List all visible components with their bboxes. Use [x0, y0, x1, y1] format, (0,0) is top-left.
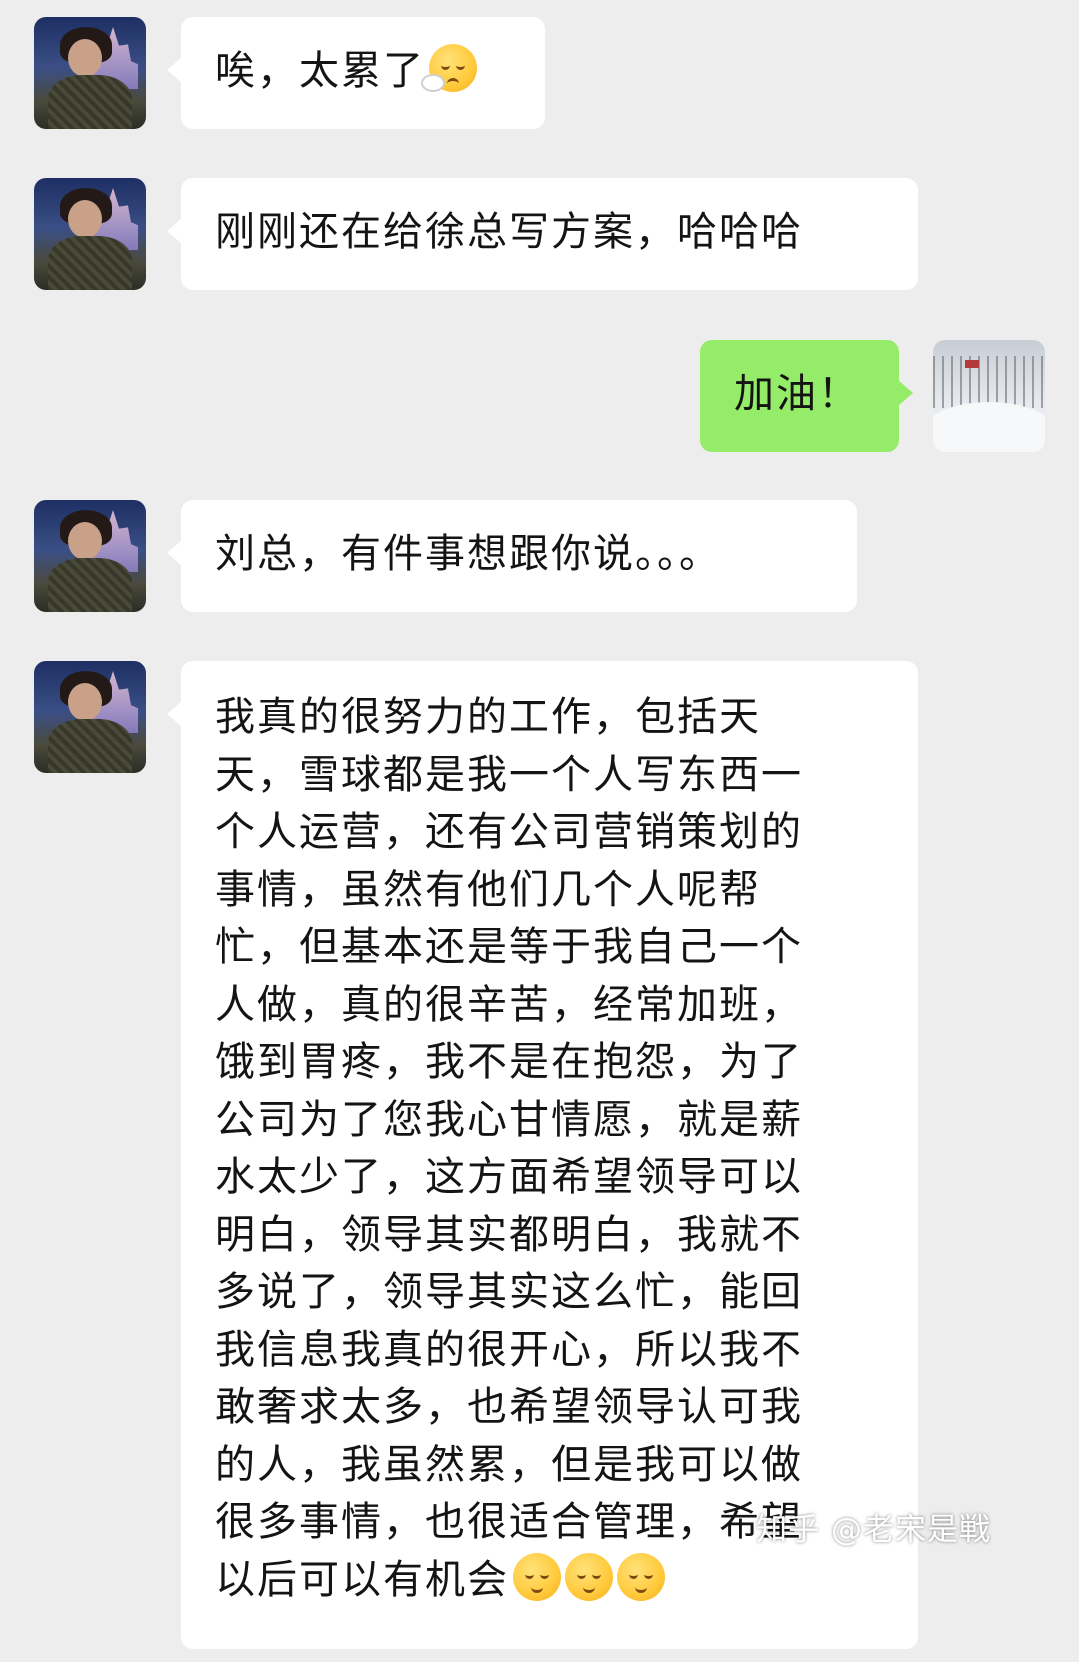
message-text: 刘总，有件事想跟你说。。。 [215, 531, 721, 577]
coat-graphic [48, 236, 132, 290]
snow-graphic [933, 402, 1045, 452]
message-bubble[interactable]: 唉，太累了 [167, 17, 545, 129]
coat-graphic [48, 558, 132, 612]
my-avatar[interactable] [933, 340, 1045, 452]
smiling-face-emoji-icon [513, 1552, 561, 1601]
face-graphic [68, 683, 102, 721]
contact-avatar[interactable] [34, 178, 146, 290]
face-graphic [68, 39, 102, 77]
message-bubble-outgoing[interactable]: 加油！ [700, 340, 913, 452]
message-text: 刚刚还在给徐总写方案，哈哈哈 [215, 209, 803, 255]
coat-graphic [48, 75, 132, 129]
contact-avatar[interactable] [34, 17, 146, 129]
sign-graphic [965, 360, 979, 368]
message-text: 唉，太累了 [215, 48, 425, 94]
tired-face-emoji-icon [421, 44, 477, 92]
message-text: 我真的很努力的工作，包括天 天，雪球都是我一个人写东西一 个人运营，还有公司营销… [215, 694, 803, 1603]
smiling-face-emoji-icon [565, 1552, 613, 1601]
message-bubble[interactable]: 我真的很努力的工作，包括天 天，雪球都是我一个人写东西一 个人运营，还有公司营销… [167, 661, 918, 1649]
contact-avatar[interactable] [34, 661, 146, 773]
face-graphic [68, 200, 102, 238]
message-bubble[interactable]: 刚刚还在给徐总写方案，哈哈哈 [167, 178, 918, 290]
trees-graphic [933, 356, 1045, 408]
watermark: 知乎 @老宋是戦 [756, 1512, 991, 1548]
message-bubble[interactable]: 刘总，有件事想跟你说。。。 [167, 500, 857, 612]
face-graphic [68, 522, 102, 560]
message-text: 加油！ [734, 371, 860, 417]
contact-avatar[interactable] [34, 500, 146, 612]
smiling-face-emoji-icon [617, 1552, 665, 1601]
coat-graphic [48, 719, 132, 773]
